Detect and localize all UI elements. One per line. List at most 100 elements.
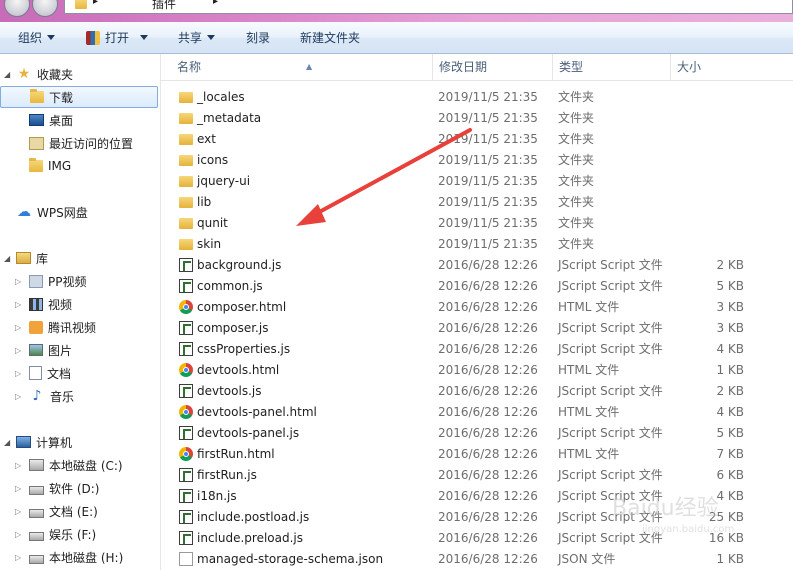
file-row[interactable]: lib 2019/11/5 21:35 文件夹 bbox=[161, 192, 793, 213]
nav-pictures[interactable]: ▷ 图片 bbox=[0, 339, 173, 361]
nav-downloads[interactable]: 下载 bbox=[0, 86, 158, 108]
breadcrumb[interactable]: 插件 bbox=[152, 0, 176, 12]
file-row[interactable]: devtools-panel.js 2016/6/28 12:26 JScript … bbox=[161, 423, 793, 444]
forward-button[interactable] bbox=[32, 0, 58, 17]
file-date: 2016/6/28 12:26 bbox=[438, 342, 538, 356]
file-row[interactable]: ext 2019/11/5 21:35 文件夹 bbox=[161, 129, 793, 150]
nav-desktop[interactable]: 桌面 bbox=[0, 109, 187, 131]
address-bar[interactable]: ▸ 插件 ▸ bbox=[64, 0, 793, 14]
file-row[interactable]: skin 2019/11/5 21:35 文件夹 bbox=[161, 234, 793, 255]
expander-icon[interactable]: ▷ bbox=[15, 461, 29, 470]
nav-libraries[interactable]: ◢ 库 bbox=[0, 247, 162, 269]
file-row[interactable]: jquery-ui 2019/11/5 21:35 文件夹 bbox=[161, 171, 793, 192]
video-library-icon bbox=[29, 274, 43, 288]
file-row[interactable]: qunit 2019/11/5 21:35 文件夹 bbox=[161, 213, 793, 234]
library-icon bbox=[16, 252, 31, 264]
file-name: ext bbox=[197, 132, 216, 146]
file-row[interactable]: composer.html 2016/6/28 12:26 HTML 文件 3 KB bbox=[161, 297, 793, 318]
nav-favorites[interactable]: ◢ ★ 收藏夹 bbox=[0, 63, 162, 85]
expander-icon[interactable]: ◢ bbox=[4, 70, 16, 79]
drive-icon bbox=[29, 508, 44, 518]
file-name: qunit bbox=[197, 216, 228, 230]
nav-desktop-label: 桌面 bbox=[49, 113, 74, 128]
file-type: JScript Script 文件 bbox=[558, 468, 663, 482]
burn-label: 刻录 bbox=[246, 31, 271, 45]
file-row[interactable]: background.js 2016/6/28 12:26 JScript Scri… bbox=[161, 255, 793, 276]
column-header-date[interactable]: 修改日期 bbox=[433, 54, 553, 80]
file-row[interactable]: devtools-panel.html 2016/6/28 12:26 HTML 文… bbox=[161, 402, 793, 423]
nav-drive-h[interactable]: ▷ 本地磁盘 (H:) bbox=[0, 546, 173, 568]
burn-button[interactable]: 刻录 bbox=[246, 29, 270, 46]
share-button[interactable]: 共享 bbox=[178, 29, 216, 46]
file-name: _locales bbox=[197, 90, 245, 104]
file-type: HTML 文件 bbox=[558, 447, 620, 461]
expander-icon[interactable]: ▷ bbox=[15, 300, 29, 309]
new-folder-button[interactable]: 新建文件夹 bbox=[300, 29, 360, 46]
expander-icon[interactable]: ◢ bbox=[4, 254, 16, 263]
file-name: composer.html bbox=[197, 300, 287, 314]
file-type: JScript Script 文件 bbox=[558, 426, 663, 440]
nav-video[interactable]: ▷ 视频 bbox=[0, 293, 173, 315]
watermark-url: jingyan.baidu.com bbox=[642, 524, 735, 535]
file-row[interactable]: common.js 2016/6/28 12:26 JScript Script 文… bbox=[161, 276, 793, 297]
file-row[interactable]: devtools.js 2016/6/28 12:26 JScript Script… bbox=[161, 381, 793, 402]
open-button[interactable]: 打开 bbox=[86, 29, 149, 46]
expander-icon[interactable]: ▷ bbox=[15, 323, 29, 332]
nav-drive-d[interactable]: ▷ 软件 (D:) bbox=[0, 477, 173, 499]
file-name: cssProperties.js bbox=[197, 342, 291, 356]
expander-icon[interactable]: ▷ bbox=[15, 346, 29, 355]
column-size-label: 大小 bbox=[677, 60, 702, 74]
file-row[interactable]: firstRun.html 2016/6/28 12:26 HTML 文件 7 KB bbox=[161, 444, 793, 465]
folder-icon bbox=[179, 176, 193, 187]
watermark: Baidu经验 jingyan.baidu.com bbox=[612, 490, 752, 550]
downloads-icon bbox=[30, 89, 44, 103]
file-row[interactable]: icons 2019/11/5 21:35 文件夹 bbox=[161, 150, 793, 171]
nav-img[interactable]: IMG bbox=[0, 155, 187, 177]
nav-recent[interactable]: 最近访问的位置 bbox=[0, 132, 187, 154]
expander-icon[interactable]: ▷ bbox=[15, 553, 29, 562]
expander-icon[interactable]: ▷ bbox=[15, 530, 29, 539]
nav-wps-label: WPS网盘 bbox=[37, 205, 88, 220]
nav-computer[interactable]: ◢ 计算机 bbox=[0, 431, 162, 453]
expander-icon[interactable]: ▷ bbox=[15, 369, 29, 378]
expander-icon[interactable]: ▷ bbox=[15, 277, 29, 286]
expander-icon[interactable]: ▷ bbox=[15, 507, 29, 516]
nav-documents[interactable]: ▷ 文档 bbox=[0, 362, 173, 384]
organize-button[interactable]: 组织 bbox=[18, 29, 56, 46]
expander-icon[interactable]: ▷ bbox=[15, 484, 29, 493]
file-row[interactable]: composer.js 2016/6/28 12:26 JScript Script… bbox=[161, 318, 793, 339]
chevron-right-icon[interactable]: ▸ bbox=[213, 0, 218, 7]
column-header-type[interactable]: 类型 bbox=[553, 54, 671, 80]
file-row[interactable]: devtools.html 2016/6/28 12:26 HTML 文件 1 KB bbox=[161, 360, 793, 381]
file-size: 4 KB bbox=[716, 405, 744, 419]
nav-drive-c[interactable]: ▷ 本地磁盘 (C:) bbox=[0, 454, 173, 476]
file-type: 文件夹 bbox=[558, 216, 595, 230]
file-size: 6 KB bbox=[716, 468, 744, 482]
nav-pp-video[interactable]: ▷ PP视频 bbox=[0, 270, 173, 292]
expander-icon[interactable]: ▷ bbox=[15, 392, 29, 401]
chevron-right-icon[interactable]: ▸ bbox=[93, 0, 98, 7]
nav-tencent-video[interactable]: ▷ 腾讯视频 bbox=[0, 316, 173, 338]
file-type: 文件夹 bbox=[558, 153, 595, 167]
nav-drive-e[interactable]: ▷ 文档 (E:) bbox=[0, 500, 173, 522]
back-button[interactable] bbox=[4, 0, 30, 17]
nav-music[interactable]: ▷ ♪ 音乐 bbox=[0, 385, 173, 407]
file-date: 2016/6/28 12:26 bbox=[438, 279, 538, 293]
nav-drive-f[interactable]: ▷ 娱乐 (F:) bbox=[0, 523, 173, 545]
file-size bbox=[671, 108, 744, 129]
column-header-name[interactable]: 名称 ▲ bbox=[171, 54, 433, 80]
file-row[interactable]: firstRun.js 2016/6/28 12:26 JScript Script… bbox=[161, 465, 793, 486]
file-name: devtools-panel.js bbox=[197, 426, 300, 440]
expander-icon[interactable]: ◢ bbox=[4, 438, 16, 447]
file-row[interactable]: cssProperties.js 2016/6/28 12:26 JScript S… bbox=[161, 339, 793, 360]
file-name: i18n.js bbox=[197, 489, 237, 503]
file-name: lib bbox=[197, 195, 212, 209]
organize-label: 组织 bbox=[18, 31, 43, 45]
file-row[interactable]: managed-storage-schema.json 2016/6/28 12:… bbox=[161, 549, 793, 570]
share-label: 共享 bbox=[178, 31, 203, 45]
nav-tencent-video-label: 腾讯视频 bbox=[48, 320, 97, 335]
file-row[interactable]: _metadata 2019/11/5 21:35 文件夹 bbox=[161, 108, 793, 129]
nav-wps[interactable]: ☁ WPS网盘 bbox=[0, 201, 162, 223]
column-header-size[interactable]: 大小 bbox=[671, 54, 751, 80]
file-row[interactable]: _locales 2019/11/5 21:35 文件夹 bbox=[161, 87, 793, 108]
